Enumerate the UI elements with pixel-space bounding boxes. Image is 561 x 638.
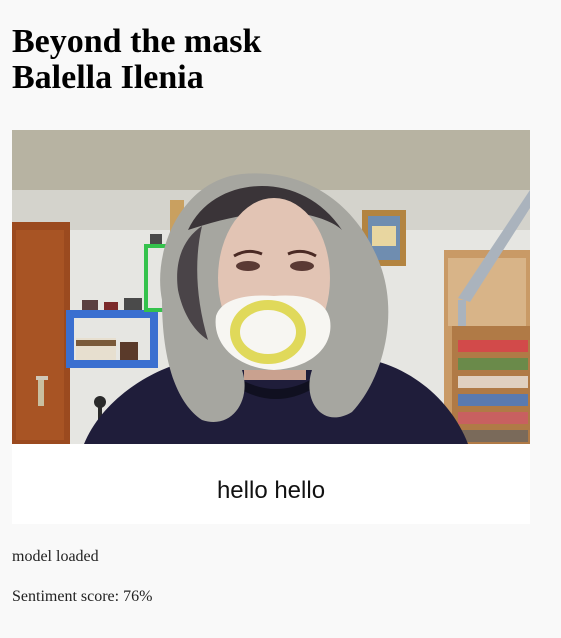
page-title: Beyond the mask Balella Ilenia <box>12 24 261 96</box>
webcam-video <box>12 130 530 444</box>
page: Beyond the mask Balella Ilenia hello hel… <box>0 0 561 638</box>
speech-caption: hello hello <box>216 477 326 504</box>
sentiment-score: Sentiment score: 76% <box>12 588 153 605</box>
caption-panel: hello hello <box>12 444 530 524</box>
title-line-1: Beyond the mask <box>12 23 262 60</box>
model-status: model loaded <box>12 548 99 565</box>
title-line-2: Balella Ilenia <box>12 59 204 96</box>
webcam-frame <box>12 130 530 444</box>
